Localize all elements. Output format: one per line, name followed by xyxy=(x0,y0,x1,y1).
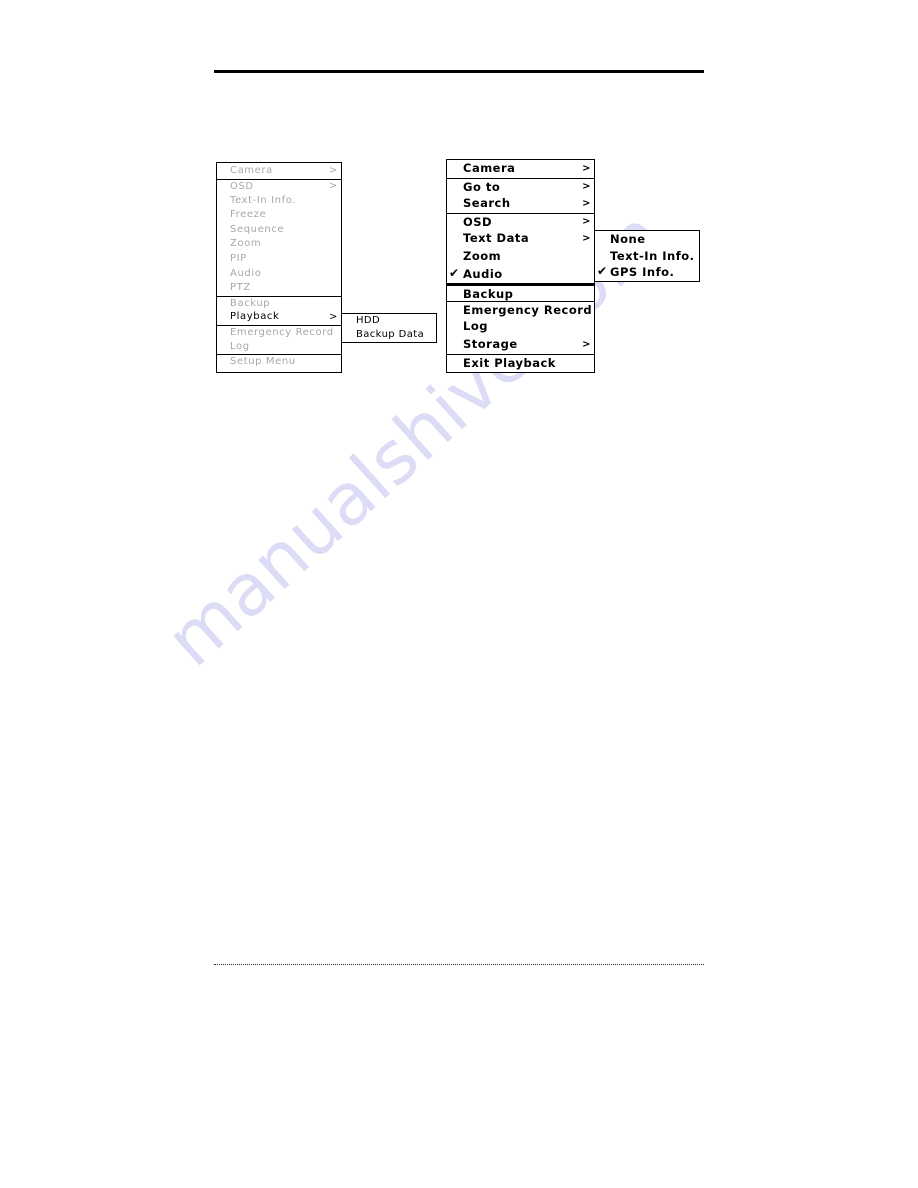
chevron-right-icon: > xyxy=(329,180,338,192)
menu-item-audio: Audio xyxy=(217,267,341,282)
menu-item-label: Audio xyxy=(463,266,503,281)
playback-submenu: HDD Backup Data xyxy=(341,313,437,343)
submenu-item-backup-data[interactable]: Backup Data xyxy=(342,328,436,342)
menu-item-audio[interactable]: ✔ Audio xyxy=(447,266,594,284)
menu-item-label: PTZ xyxy=(230,282,251,294)
menu-item-go-to[interactable]: Go to > xyxy=(447,177,594,196)
menu-item-label: GPS Info. xyxy=(610,265,675,279)
chevron-right-icon: > xyxy=(582,198,591,210)
menu-item-osd: OSD > xyxy=(217,179,341,194)
menu-item-label: Camera xyxy=(230,165,273,176)
menu-item-search[interactable]: Search > xyxy=(447,195,594,213)
menu-item-zoom: Zoom xyxy=(217,237,341,252)
checkmark-icon: ✔ xyxy=(597,264,608,279)
menu-item-label: None xyxy=(610,232,646,246)
menu-item-camera[interactable]: Camera > xyxy=(447,160,594,178)
menu-item-label: Playback xyxy=(230,311,280,323)
menu-item-label: Camera xyxy=(463,161,516,175)
menu-item-exit-playback[interactable]: Exit Playback xyxy=(447,353,594,372)
checkmark-icon: ✔ xyxy=(449,266,460,281)
menu-item-label: Backup xyxy=(230,297,271,309)
menu-item-storage[interactable]: Storage > xyxy=(447,336,594,354)
menu-item-freeze: Freeze xyxy=(217,208,341,223)
menu-item-emergency-record[interactable]: Emergency Record xyxy=(447,300,594,319)
menu-item-label: Setup Menu xyxy=(230,356,296,368)
menu-item-label: Go to xyxy=(463,179,501,194)
menu-item-text-in-info: Text-In Info. xyxy=(217,194,341,209)
menu-item-label: PIP xyxy=(230,252,247,264)
menu-item-label: OSD xyxy=(463,214,493,229)
menu-item-osd[interactable]: OSD > xyxy=(447,212,594,231)
menu-item-label: Zoom xyxy=(463,248,502,263)
menu-item-log[interactable]: Log xyxy=(447,318,594,336)
menu-item-label: Sequence xyxy=(230,223,285,235)
menu-item-label: Zoom xyxy=(230,238,262,250)
live-context-menu: Camera > OSD > Text-In Info. Freeze Sequen… xyxy=(216,162,342,373)
menu-item-label: Log xyxy=(463,319,488,334)
playback-context-menu: Camera > Go to > Search > OSD > Text Data > Z… xyxy=(446,159,595,373)
chevron-right-icon: > xyxy=(329,311,338,323)
chevron-right-icon: > xyxy=(329,165,338,176)
menu-item-label: Log xyxy=(230,340,250,352)
header-rule xyxy=(214,70,704,73)
menu-item-pip: PIP xyxy=(217,252,341,267)
chevron-right-icon: > xyxy=(582,233,591,245)
menu-item-backup[interactable]: Backup xyxy=(447,283,594,301)
submenu-item-gps-info[interactable]: ✔ GPS Info. xyxy=(595,264,699,281)
menu-item-zoom[interactable]: Zoom xyxy=(447,248,594,266)
menu-item-label: Search xyxy=(463,196,511,211)
submenu-item-none[interactable]: None xyxy=(595,231,699,248)
footer-rule xyxy=(214,964,704,965)
menu-item-label: Text-In Info. xyxy=(610,248,695,263)
menu-item-label: Text-In Info. xyxy=(230,194,297,206)
menu-item-text-data[interactable]: Text Data > xyxy=(447,230,594,248)
menu-item-label: Emergency Record xyxy=(230,326,334,338)
menu-item-label: Storage xyxy=(463,336,518,351)
menu-item-setup-menu: Setup Menu xyxy=(217,354,341,369)
menu-item-sequence: Sequence xyxy=(217,223,341,238)
chevron-right-icon: > xyxy=(582,181,591,193)
menu-item-label: HDD xyxy=(356,315,381,326)
menu-item-log: Log xyxy=(217,340,341,355)
menu-item-label: OSD xyxy=(230,181,254,192)
menu-item-playback[interactable]: Playback > xyxy=(217,310,341,325)
menu-item-backup: Backup xyxy=(217,295,341,311)
chevron-right-icon: > xyxy=(582,216,591,228)
menu-item-label: Text Data xyxy=(463,231,530,246)
menu-item-label: Backup Data xyxy=(356,328,425,340)
menu-item-label: Emergency Record xyxy=(463,302,593,317)
menu-item-camera: Camera > xyxy=(217,163,341,179)
menu-item-label: Exit Playback xyxy=(463,355,556,370)
text-data-submenu: None Text-In Info. ✔ GPS Info. xyxy=(594,230,700,282)
menu-item-label: Freeze xyxy=(230,209,267,221)
submenu-item-hdd[interactable]: HDD xyxy=(342,314,436,328)
menu-item-emergency-record: Emergency Record xyxy=(217,324,341,340)
menu-item-ptz: PTZ xyxy=(217,281,341,296)
menu-item-label: Audio xyxy=(230,267,262,279)
submenu-item-text-in-info[interactable]: Text-In Info. xyxy=(595,248,699,265)
chevron-right-icon: > xyxy=(582,338,591,350)
chevron-right-icon: > xyxy=(582,163,591,174)
menu-item-label: Backup xyxy=(463,287,514,302)
